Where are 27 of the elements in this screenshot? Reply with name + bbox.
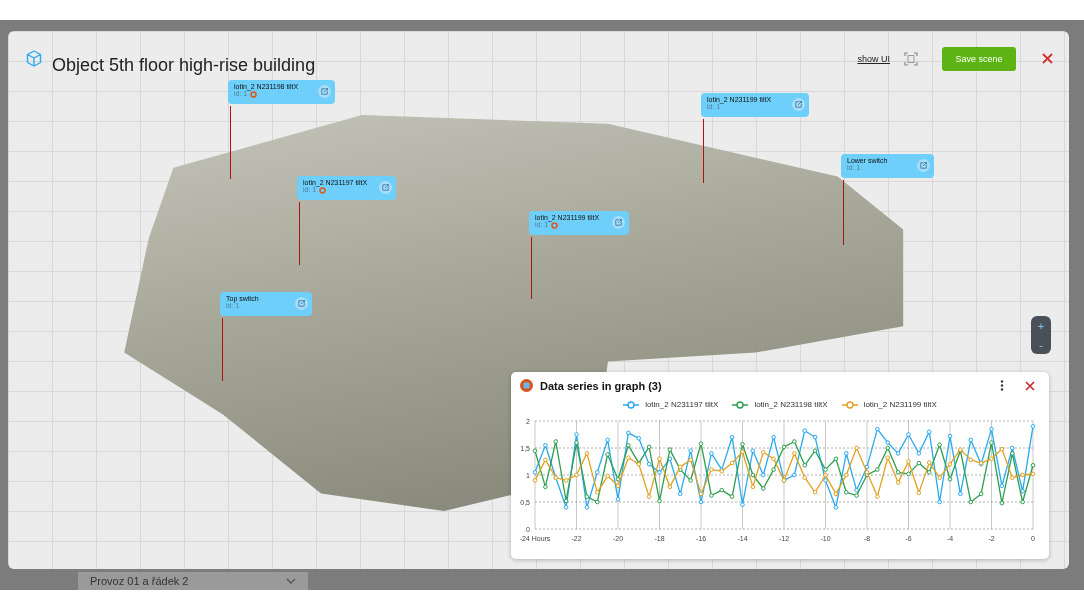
chevron-icon: [286, 578, 296, 584]
pin-line: [222, 318, 223, 381]
dialog-title: Object 5th floor high-rise building: [52, 55, 316, 76]
fit-frame-icon[interactable]: [904, 51, 918, 66]
chart-badge-icon: [520, 379, 533, 392]
pin-line: [703, 119, 704, 183]
close-icon[interactable]: [1042, 53, 1053, 64]
zoom-in-button[interactable]: +: [1031, 316, 1051, 335]
legend-label: lotin_2 N231199 tiltX: [863, 400, 937, 409]
open-external-icon[interactable]: [612, 216, 625, 229]
pin-line: [843, 180, 844, 245]
close-icon[interactable]: [1025, 380, 1035, 391]
legend-label: lotin_2 N231197 tiltX: [645, 400, 719, 409]
pin-line: [531, 237, 532, 299]
zoom-out-button[interactable]: -: [1031, 335, 1051, 354]
open-external-icon[interactable]: [379, 181, 392, 194]
cube-icon: [26, 50, 42, 67]
legend-label: lotin_2 N231198 tiltX: [754, 400, 828, 409]
panel-title: Data series in graph (3): [540, 379, 662, 392]
more-options-icon[interactable]: [1000, 380, 1004, 391]
show-ui-link[interactable]: show UI: [857, 53, 890, 64]
open-external-icon[interactable]: [318, 85, 331, 98]
open-external-icon[interactable]: [917, 159, 930, 172]
open-external-icon[interactable]: [295, 297, 308, 310]
pin-line: [299, 202, 300, 265]
open-external-icon[interactable]: [792, 98, 805, 111]
dropdown[interactable]: Provoz 01 a řádek 2: [78, 572, 308, 590]
